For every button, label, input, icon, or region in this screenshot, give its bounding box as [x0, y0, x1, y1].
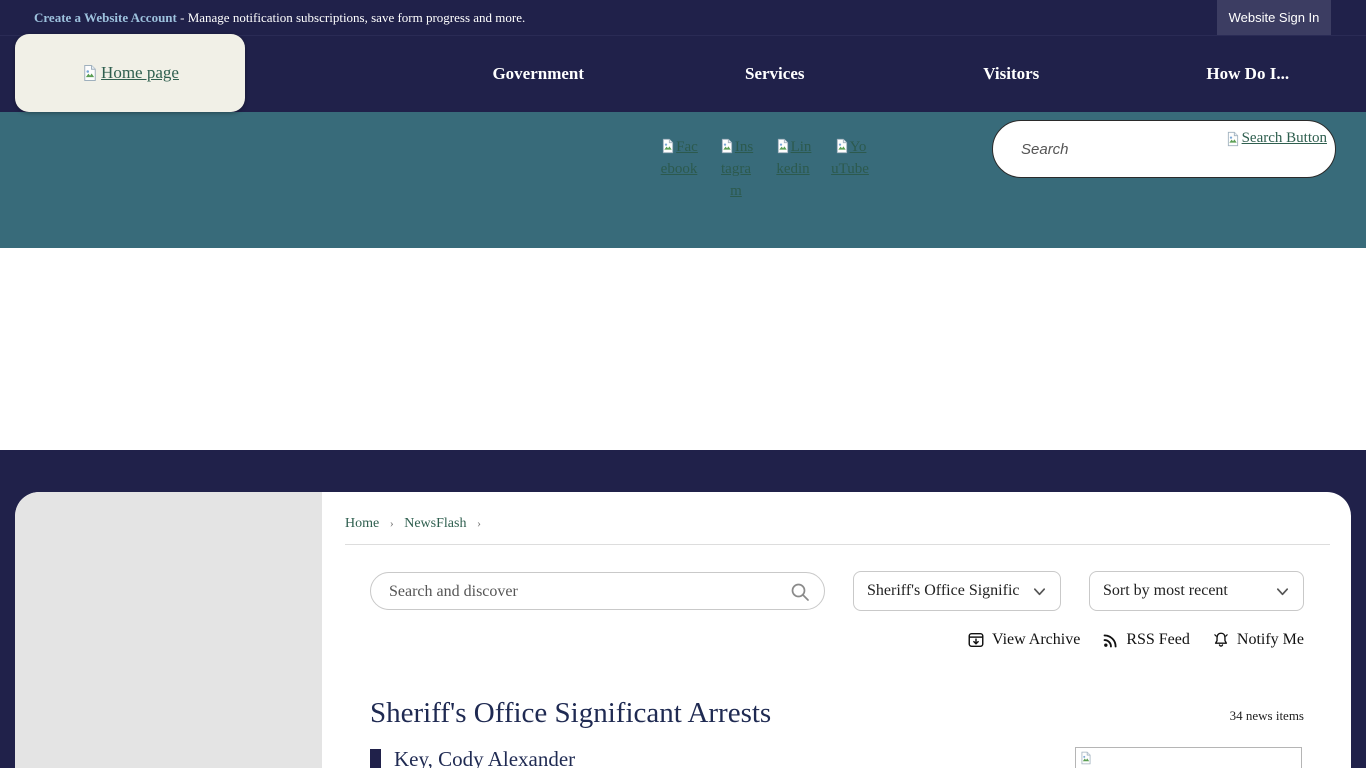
category-select[interactable]: Sheriff's Office Significant Arrests [853, 571, 1061, 611]
sort-select[interactable]: Sort by most recent [1089, 571, 1304, 611]
search-icon[interactable] [790, 582, 810, 602]
archive-icon [967, 631, 985, 649]
breadcrumb-separator: › [477, 516, 481, 530]
broken-image-icon [834, 138, 850, 154]
notify-me-link[interactable]: Notify Me [1212, 631, 1304, 649]
top-utility-bar: Create a Website Account - Manage notifi… [0, 0, 1366, 36]
news-list-item: Key, Cody Alexander [370, 747, 1330, 768]
nav-item-services[interactable]: Services [657, 36, 894, 112]
site-search-input[interactable] [1021, 135, 1201, 163]
facebook-link[interactable]: Facebook [660, 136, 698, 202]
news-search-pill [370, 572, 825, 610]
news-search-input[interactable] [389, 580, 779, 604]
home-logo-card[interactable]: Home page [15, 34, 245, 112]
left-sidebar [15, 492, 322, 768]
category-select-value: Sheriff's Office Significant Arrests [867, 582, 1019, 600]
sort-select-value: Sort by most recent [1103, 582, 1228, 600]
site-search-pill: Search Button [992, 120, 1336, 178]
chevron-down-icon [1032, 584, 1047, 599]
news-item-title-link[interactable]: Key, Cody Alexander [394, 747, 575, 768]
notify-me-label: Notify Me [1237, 631, 1304, 649]
nav-item-government[interactable]: Government [420, 36, 657, 112]
news-item-thumbnail[interactable] [1075, 747, 1302, 768]
newsflash-content: Home › NewsFlash › Sheriff's Office Sign… [345, 492, 1330, 768]
social-links: Facebook Instagram Linkedin YouTube [660, 136, 869, 202]
news-item-accent-bar [370, 749, 381, 768]
create-account-link[interactable]: Create a Website Account [34, 10, 177, 25]
broken-image-icon [1079, 751, 1093, 765]
home-link-label: Home page [101, 63, 179, 83]
view-archive-link[interactable]: View Archive [967, 631, 1080, 649]
main-menu: Government Services Visitors How Do I... [420, 36, 1366, 112]
instagram-link[interactable]: Instagram [717, 136, 755, 202]
page-title: Sheriff's Office Significant Arrests [370, 697, 771, 730]
newsflash-panel: Home › NewsFlash › Sheriff's Office Sign… [15, 492, 1351, 768]
broken-image-icon [1225, 131, 1241, 147]
nav-item-how-do-i[interactable]: How Do I... [1130, 36, 1366, 112]
home-link[interactable]: Home page [81, 63, 179, 83]
breadcrumb-newsflash-link[interactable]: NewsFlash [404, 516, 466, 531]
youtube-link[interactable]: YouTube [831, 136, 869, 202]
news-item-heading: Key, Cody Alexander [370, 747, 575, 768]
content-spacer [0, 248, 1366, 450]
breadcrumb-separator: › [390, 516, 394, 530]
website-sign-in-button[interactable]: Website Sign In [1217, 0, 1331, 35]
linkedin-link[interactable]: Linkedin [774, 136, 812, 202]
account-message-text: - Manage notification subscriptions, sav… [180, 10, 525, 25]
broken-image-icon [660, 138, 676, 154]
nav-item-visitors[interactable]: Visitors [893, 36, 1130, 112]
account-message: Create a Website Account - Manage notifi… [34, 10, 525, 26]
breadcrumb-divider [345, 544, 1330, 545]
chevron-down-icon [1275, 584, 1290, 599]
rss-icon [1102, 632, 1119, 649]
bell-icon [1212, 631, 1230, 649]
breadcrumb: Home › NewsFlash › [345, 516, 1330, 532]
view-archive-label: View Archive [992, 631, 1080, 649]
site-search-button-alt-text: Search Button [1242, 130, 1327, 147]
breadcrumb-home-link[interactable]: Home [345, 516, 379, 531]
broken-image-icon [775, 138, 791, 154]
title-row: Sheriff's Office Significant Arrests 34 … [370, 697, 1304, 730]
rss-feed-label: RSS Feed [1126, 631, 1190, 649]
header-band: Facebook Instagram Linkedin YouTube Sear… [0, 112, 1366, 248]
rss-feed-link[interactable]: RSS Feed [1102, 631, 1190, 649]
broken-image-icon [719, 138, 735, 154]
site-search-button[interactable]: Search Button [1225, 130, 1327, 147]
filter-controls: Sheriff's Office Significant Arrests Sor… [370, 571, 1330, 611]
feed-actions: View Archive RSS Feed Notify Me [345, 631, 1304, 649]
broken-image-icon [81, 64, 99, 82]
news-count-badge: 34 news items [1230, 708, 1304, 730]
